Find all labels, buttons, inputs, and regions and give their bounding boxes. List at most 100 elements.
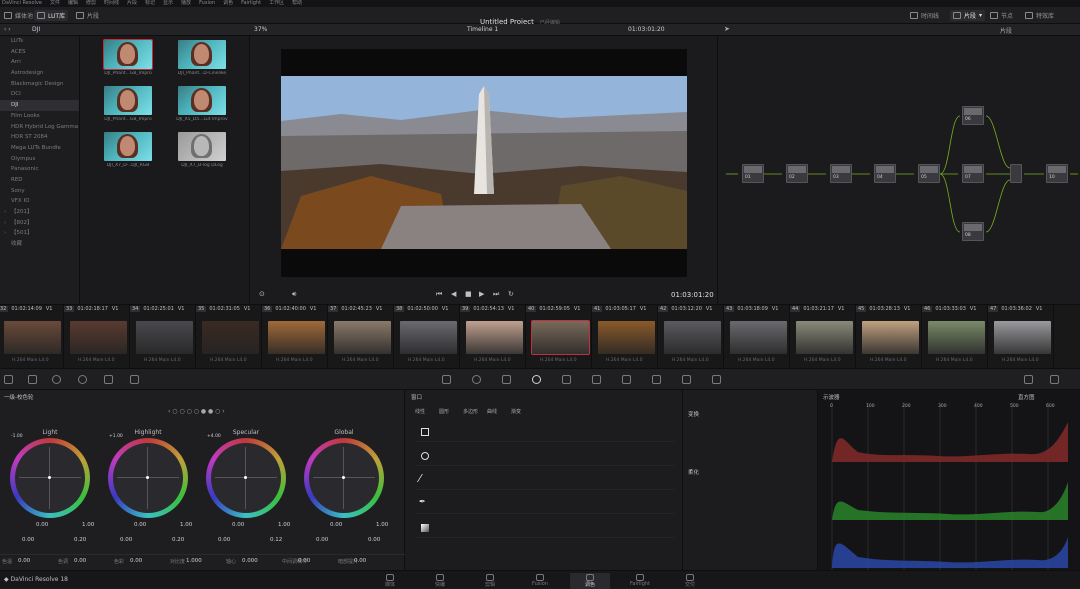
- window-tab[interactable]: 线性: [415, 408, 425, 415]
- lut-folder-item[interactable]: 【201】: [0, 207, 79, 218]
- timeline-clip[interactable]: 34 01:02:25:01 V1 H.264 Main L4.0: [130, 305, 196, 369]
- wheel-b-value[interactable]: 0.00: [218, 537, 230, 543]
- parallel-mixer-node[interactable]: [1010, 164, 1022, 183]
- timeline-clip[interactable]: 32 01:02:14:09 V1 H.264 Main L4.0: [0, 305, 64, 369]
- adjust-value[interactable]: 0.00: [130, 558, 142, 564]
- window-row-polygon[interactable]: ⁄: [415, 470, 675, 490]
- tracker-icon[interactable]: [562, 375, 571, 384]
- timeline-clip[interactable]: 36 01:02:40:00 V1 H.264 Main L4.0: [262, 305, 328, 369]
- wheel-c-value[interactable]: 0.12: [270, 537, 282, 543]
- lut-thumbnail[interactable]: [178, 40, 226, 69]
- wheel-a-value[interactable]: 0.00: [134, 522, 146, 528]
- page-tab[interactable]: Fairlight: [620, 573, 660, 589]
- window-tab[interactable]: 圆形: [439, 408, 449, 415]
- lut-thumbnail[interactable]: [104, 86, 152, 115]
- lut-folder-item[interactable]: Film Looks: [0, 111, 79, 122]
- window-row-gradient[interactable]: [415, 518, 675, 538]
- timeline-clip[interactable]: 37 01:02:45:23 V1 H.264 Main L4.0: [328, 305, 394, 369]
- page-tab[interactable]: 媒体: [370, 573, 410, 589]
- page-tab[interactable]: 调色: [570, 573, 610, 589]
- lut-folder-item[interactable]: Olympus: [0, 154, 79, 165]
- rgb-mixer-icon[interactable]: [78, 375, 87, 384]
- scope-toggle-icon[interactable]: [1024, 375, 1033, 384]
- play-reverse-icon[interactable]: ◀: [451, 290, 456, 298]
- timeline-clip[interactable]: 38 01:02:50:00 V1 H.264 Main L4.0: [394, 305, 460, 369]
- timeline-clip[interactable]: 44 01:03:21:17 V1 H.264 Main L4.0: [790, 305, 856, 369]
- color-wheel[interactable]: [304, 438, 384, 518]
- stop-icon[interactable]: ■: [465, 290, 472, 298]
- menu-item[interactable]: Fairlight: [241, 0, 261, 7]
- curves-icon[interactable]: [442, 375, 451, 384]
- loop-icon[interactable]: ↻: [508, 290, 514, 298]
- lut-folder-item[interactable]: HDR ST 2084: [0, 132, 79, 143]
- window-tab[interactable]: 多边形: [463, 408, 478, 415]
- menu-item[interactable]: 帮助: [292, 0, 302, 7]
- node-03[interactable]: 03: [830, 164, 852, 183]
- adjust-value[interactable]: 0.000: [242, 558, 258, 564]
- info-icon[interactable]: [1050, 375, 1059, 384]
- wheel-c-value[interactable]: 0.00: [368, 537, 380, 543]
- wheel-b-value[interactable]: 0.00: [316, 537, 328, 543]
- back-icon[interactable]: ‹ ›: [4, 26, 11, 33]
- timeline-clip[interactable]: 46 01:03:33:03 V1 H.264 Main L4.0: [922, 305, 988, 369]
- menu-item[interactable]: DaVinci Resolve: [2, 0, 42, 7]
- camera-raw-icon[interactable]: [4, 375, 13, 384]
- timeline-clip[interactable]: 35 01:02:31:05 V1 H.264 Main L4.0: [196, 305, 262, 369]
- lut-thumbnail[interactable]: [178, 86, 226, 115]
- magic-mask-icon[interactable]: [592, 375, 601, 384]
- wheel-y-value[interactable]: 1.00: [82, 522, 94, 528]
- timeline-clip[interactable]: 33 01:02:18:17 V1 H.264 Main L4.0: [64, 305, 130, 369]
- page-tab[interactable]: 剪辑: [470, 573, 510, 589]
- lut-folder-item[interactable]: 【501】: [0, 228, 79, 239]
- node-01[interactable]: 01: [742, 164, 764, 183]
- lut-folder-item[interactable]: 【802】: [0, 218, 79, 229]
- skip-forward-icon[interactable]: ⏭: [493, 290, 499, 299]
- lut-library-button[interactable]: LUT库: [34, 10, 69, 21]
- adjust-value[interactable]: 0.00: [18, 558, 30, 564]
- lut-folder-item[interactable]: VFX IO: [0, 196, 79, 207]
- page-tab[interactable]: 快编: [420, 573, 460, 589]
- scope-mode-dropdown[interactable]: 直方图: [1018, 393, 1035, 401]
- lut-folder-item[interactable]: Blackmagic Design: [0, 79, 79, 90]
- wheel-c-value[interactable]: 0.20: [74, 537, 86, 543]
- motion-effects-icon[interactable]: [104, 375, 113, 384]
- menu-item[interactable]: 播放: [181, 0, 191, 7]
- wheel-a-value[interactable]: 0.00: [330, 522, 342, 528]
- lut-folder-item[interactable]: RED: [0, 175, 79, 186]
- hdr-icon[interactable]: [130, 375, 139, 384]
- window-tab[interactable]: 渐变: [511, 408, 521, 415]
- lut-folder-item[interactable]: 收藏: [0, 239, 79, 250]
- node-06[interactable]: 06: [962, 106, 984, 125]
- color-wheel[interactable]: [206, 438, 286, 518]
- audio-icon[interactable]: 🔊︎: [292, 290, 296, 299]
- timeline-clip[interactable]: 45 01:03:28:13 V1 H.264 Main L4.0: [856, 305, 922, 369]
- wheel-y-value[interactable]: 1.00: [278, 522, 290, 528]
- menu-item[interactable]: Fusion: [199, 0, 215, 7]
- node-mode-dropdown[interactable]: 片段: [1000, 26, 1012, 35]
- menu-item[interactable]: 文件: [50, 0, 60, 7]
- blur-icon[interactable]: [622, 375, 631, 384]
- lut-folder-item[interactable]: Arri: [0, 57, 79, 68]
- wheel-a-value[interactable]: 0.00: [232, 522, 244, 528]
- timeline-dropdown[interactable]: Timeline 1: [467, 26, 498, 33]
- media-pool-button[interactable]: 媒体池: [4, 10, 33, 21]
- color-match-icon[interactable]: [28, 375, 37, 384]
- page-tab[interactable]: Fusion: [520, 573, 560, 589]
- color-wheel[interactable]: [108, 438, 188, 518]
- clips-button[interactable]: 片段: [76, 10, 99, 21]
- wheel-y-value[interactable]: 1.00: [180, 522, 192, 528]
- color-wheel[interactable]: [10, 438, 90, 518]
- lut-thumbnail[interactable]: [178, 132, 226, 161]
- node-07[interactable]: 07: [962, 164, 984, 183]
- lut-folder-item[interactable]: LUTs: [0, 36, 79, 47]
- node-04[interactable]: 04: [874, 164, 896, 183]
- play-icon[interactable]: ▶: [479, 290, 484, 298]
- window-icon[interactable]: [532, 375, 541, 384]
- adjust-value[interactable]: 0.00: [74, 558, 86, 564]
- lut-folder-item[interactable]: Panasonic: [0, 164, 79, 175]
- lut-folder-item[interactable]: Mega LUTs Bundle: [0, 143, 79, 154]
- lut-folder-item[interactable]: DCI: [0, 89, 79, 100]
- menu-item[interactable]: 时间线: [104, 0, 119, 7]
- lut-folder-item[interactable]: ACES: [0, 47, 79, 58]
- sizing-icon[interactable]: [682, 375, 691, 384]
